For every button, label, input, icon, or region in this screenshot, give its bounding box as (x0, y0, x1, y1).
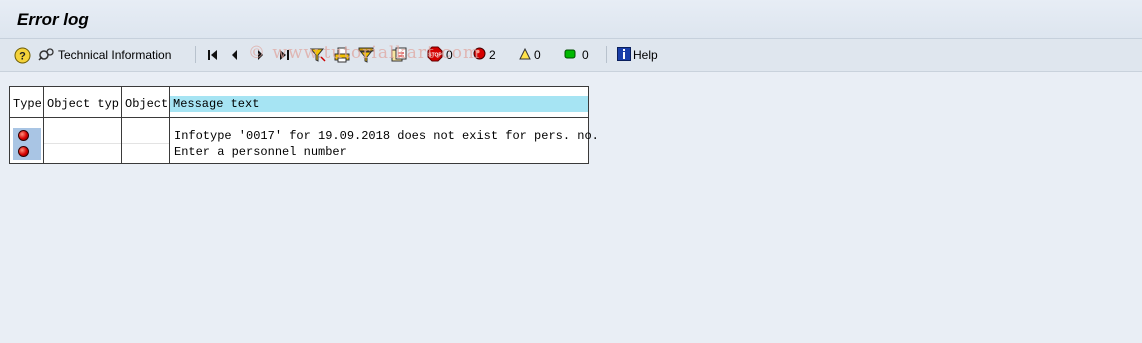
previous-icon[interactable] (230, 46, 239, 64)
error-count: 2 (489, 48, 496, 62)
error-log-table: Type Object typ Object Message text Info… (9, 86, 599, 164)
technical-information-label: Technical Information (58, 48, 172, 62)
error-filter-button[interactable]: 2 (473, 46, 496, 64)
success-led-icon (564, 48, 576, 63)
page-title: Error log (17, 10, 89, 29)
technical-info-icon (38, 47, 56, 64)
toolbar-separator (606, 46, 607, 63)
message-text-cell[interactable]: Enter a personnel number (170, 144, 588, 160)
help-question-icon[interactable]: ? (14, 46, 31, 64)
info-icon (617, 46, 631, 64)
last-page-icon[interactable] (278, 46, 290, 64)
export-icon[interactable] (391, 46, 407, 64)
warning-triangle-icon (519, 47, 531, 63)
set-filter-icon[interactable] (358, 46, 374, 64)
header-divider (10, 117, 588, 118)
message-text-cell[interactable]: Infotype '0017' for 19.09.2018 does not … (170, 128, 599, 144)
column-header-type[interactable]: Type (10, 96, 43, 112)
svg-text:?: ? (19, 50, 26, 62)
error-led-icon (18, 146, 29, 157)
object-type-cell[interactable] (44, 144, 121, 160)
object-cell[interactable] (122, 128, 169, 144)
warning-count: 0 (534, 48, 541, 62)
error-led-icon (18, 130, 29, 141)
table-header: Type Object typ Object Message text (10, 96, 588, 112)
warning-filter-button[interactable]: 0 (519, 46, 541, 64)
help-button[interactable]: Help (617, 46, 658, 64)
stop-count: 0 (446, 48, 453, 62)
type-cell[interactable] (13, 128, 41, 144)
technical-information-button[interactable]: Technical Information (38, 46, 171, 64)
type-cell[interactable] (13, 144, 41, 160)
filter-icon[interactable] (310, 46, 326, 64)
application-toolbar: ? Technical Information STOP 0 2 0 0 Hel… (0, 39, 1142, 72)
column-header-object[interactable]: Object (122, 96, 169, 112)
toolbar-separator (195, 46, 196, 63)
help-label: Help (633, 48, 658, 62)
table-row[interactable]: Infotype '0017' for 19.09.2018 does not … (10, 128, 599, 144)
object-type-cell[interactable] (44, 128, 121, 144)
svg-text:STOP: STOP (428, 52, 442, 58)
column-header-message-text[interactable]: Message text (170, 96, 588, 112)
success-count: 0 (582, 48, 589, 62)
print-icon[interactable] (334, 46, 350, 64)
stop-filter-button[interactable]: STOP 0 (427, 46, 453, 64)
table-row[interactable]: Enter a personnel number (10, 144, 588, 160)
first-page-icon[interactable] (207, 46, 219, 64)
stop-icon: STOP (427, 46, 443, 65)
success-filter-button[interactable]: 0 (564, 46, 589, 64)
title-bar: Error log (0, 0, 1142, 39)
next-icon[interactable] (256, 46, 265, 64)
column-header-object-type[interactable]: Object typ (44, 96, 121, 112)
object-cell[interactable] (122, 144, 169, 160)
error-led-icon (473, 47, 486, 63)
